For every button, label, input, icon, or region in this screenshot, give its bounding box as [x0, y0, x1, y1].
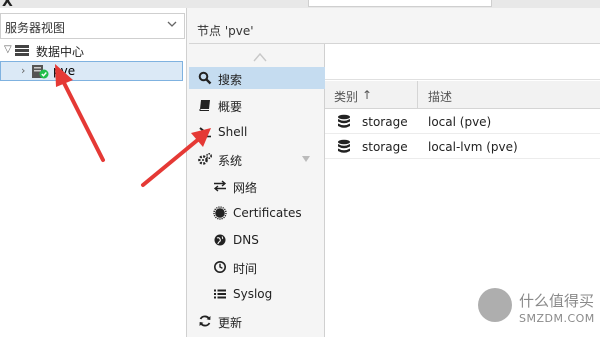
table-row[interactable]: storage local-lvm (pve) [325, 135, 600, 159]
column-header-label: 类别 [334, 90, 359, 104]
tree-item-label: 数据中心 [36, 45, 85, 59]
column-header-label: 描述 [428, 90, 453, 104]
watermark-logo [478, 288, 512, 322]
collapse-toggle-icon[interactable]: ▽ [4, 44, 12, 55]
view-selector[interactable]: 服务器视图 [0, 13, 185, 39]
refresh-icon [199, 315, 211, 327]
menu-item-time[interactable]: 时间 [189, 256, 325, 278]
node-online-icon [32, 65, 49, 79]
node-menu: 搜索 概要 Shell 系统 网络 Certificates DNS 时间 Sy… [189, 44, 325, 337]
menu-item-summary[interactable]: 概要 [189, 94, 325, 116]
node-header: 节点 'pve' [189, 14, 600, 44]
cell-description: local-lvm (pve) [428, 140, 518, 154]
menu-item-label: 网络 [233, 181, 258, 195]
exchange-icon [213, 180, 227, 192]
column-header-type[interactable]: 类别 ↑ [325, 81, 418, 109]
column-header-description[interactable]: 描述 [418, 81, 600, 109]
menu-item-certificates[interactable]: Certificates [189, 202, 325, 224]
certificate-icon [213, 206, 227, 220]
expand-toggle-icon[interactable]: › [21, 64, 25, 77]
table-row[interactable]: storage local (pve) [325, 110, 600, 134]
cell-description: local (pve) [428, 115, 492, 129]
grid-header: 类别 ↑ 描述 [325, 81, 600, 109]
menu-item-shell[interactable]: Shell [189, 121, 325, 143]
chevron-down-icon[interactable] [301, 155, 311, 163]
book-icon [199, 100, 210, 111]
sort-ascending-icon: ↑ [362, 88, 373, 102]
database-icon [338, 139, 350, 153]
menu-item-label: DNS [233, 233, 259, 247]
menu-item-label: 搜索 [218, 73, 243, 87]
menu-item-updates[interactable]: 更新 [189, 310, 325, 332]
watermark-domain: SMZDM.COM [519, 312, 595, 325]
menu-item-label: 更新 [218, 316, 243, 330]
menu-item-search[interactable]: 搜索 [189, 67, 325, 89]
menu-item-label: Shell [218, 125, 248, 139]
server-rack-icon [15, 45, 29, 56]
menu-item-label: 概要 [218, 100, 243, 114]
toolbar [325, 44, 600, 80]
gears-icon [198, 153, 212, 165]
terminal-icon [199, 127, 211, 138]
menu-item-dns[interactable]: DNS [189, 229, 325, 251]
resource-tree-panel: 服务器视图 ▽ 数据中心 › pve [0, 8, 187, 337]
cell-type: storage [362, 115, 408, 129]
watermark-text: 什么值得买 [519, 292, 595, 310]
menu-item-label: 时间 [233, 262, 258, 276]
database-icon [338, 114, 350, 128]
menu-item-system[interactable]: 系统 [189, 148, 325, 170]
tree-item-datacenter[interactable]: ▽ 数据中心 [0, 41, 185, 61]
list-icon [214, 289, 226, 299]
menu-item-label: 系统 [218, 154, 243, 168]
top-bar: X [0, 0, 600, 10]
page-title: 节点 'pve' [197, 24, 254, 38]
view-selector-value: 服务器视图 [5, 21, 66, 35]
scroll-up-icon[interactable] [253, 52, 267, 62]
search-icon [198, 71, 212, 85]
chevron-down-icon [167, 21, 177, 27]
tree-item-label: pve [53, 64, 76, 78]
tree-item-pve[interactable]: › pve [0, 61, 183, 81]
top-search-field[interactable] [308, 0, 492, 7]
menu-item-label: Certificates [233, 206, 302, 220]
globe-icon [214, 234, 226, 246]
menu-item-network[interactable]: 网络 [189, 175, 325, 197]
clock-icon [214, 261, 226, 273]
menu-item-syslog[interactable]: Syslog [189, 283, 325, 305]
menu-item-label: Syslog [233, 287, 273, 301]
cell-type: storage [362, 140, 408, 154]
